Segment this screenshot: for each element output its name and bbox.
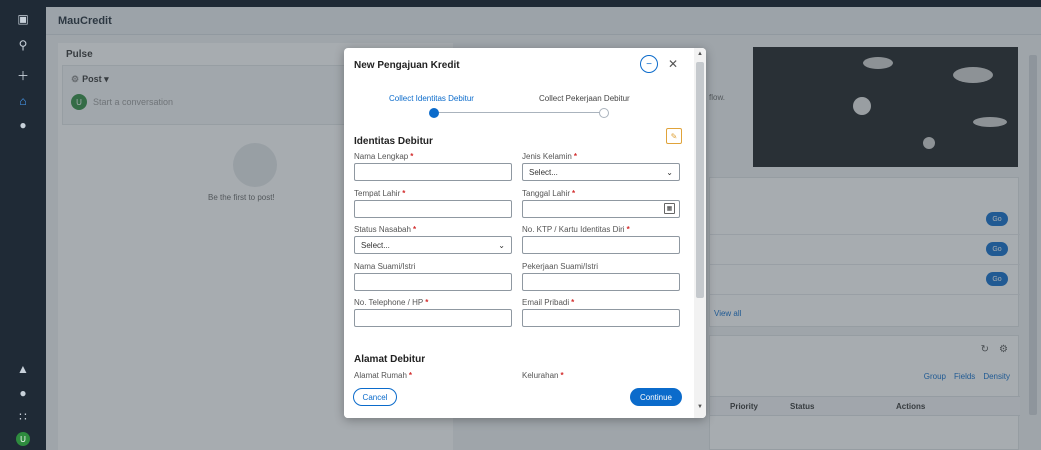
tanggal-lahir-label: Tanggal Lahir * — [522, 189, 576, 198]
nama-suami-input[interactable] — [354, 273, 512, 291]
bell-icon[interactable]: ▲ — [14, 360, 32, 378]
progress-steps: Collect Identitas Debitur Collect Pekerj… — [354, 94, 684, 124]
top-strip — [46, 0, 1041, 7]
nama-lengkap-label: Nama Lengkap * — [354, 152, 414, 161]
cancel-button[interactable]: Cancel — [353, 388, 397, 406]
jenis-kelamin-select[interactable]: Select... ⌄ — [522, 163, 680, 181]
email-pribadi-input[interactable] — [522, 309, 680, 327]
continue-button[interactable]: Continue — [630, 388, 682, 406]
scroll-up-icon[interactable]: ▲ — [696, 51, 704, 57]
tanggal-lahir-input[interactable]: ▦ — [522, 200, 680, 218]
tempat-lahir-label: Tempat Lahir * — [354, 189, 406, 198]
no-ktp-input[interactable] — [522, 236, 680, 254]
no-ktp-label: No. KTP / Kartu Identitas Diri * — [522, 225, 630, 234]
step-2-dot — [599, 108, 609, 118]
jenis-kelamin-value: Select... — [529, 167, 558, 177]
left-rail: ▣ ⚲ ＋ ⌂ ● ▲ ● ∷ U — [0, 0, 46, 450]
apps-grid-icon[interactable]: ∷ — [14, 408, 32, 426]
alamat-rumah-label: Alamat Rumah * — [354, 371, 413, 380]
step-1-label[interactable]: Collect Identitas Debitur — [389, 94, 474, 103]
pekerjaan-suami-label: Pekerjaan Suami/Istri — [522, 262, 599, 271]
scroll-thumb[interactable] — [696, 62, 704, 298]
nama-suami-label: Nama Suami/Istri — [354, 262, 416, 271]
tempat-lahir-input[interactable] — [354, 200, 512, 218]
close-icon[interactable]: ✕ — [664, 55, 682, 73]
step-2-label[interactable]: Collect Pekerjaan Debitur — [539, 94, 630, 103]
section-alamat-title: Alamat Debitur — [354, 354, 426, 365]
status-nasabah-label: Status Nasabah * — [354, 225, 417, 234]
email-pribadi-label: Email Pribadi * — [522, 298, 575, 307]
modal-scrollbar[interactable]: ▲ ▼ — [694, 48, 706, 418]
scroll-down-icon[interactable]: ▼ — [696, 404, 704, 410]
explore-icon[interactable]: ● — [14, 116, 32, 134]
step-1-dot — [429, 108, 439, 118]
home-icon[interactable]: ⌂ — [14, 92, 32, 110]
modal-footer: Cancel Continue — [344, 380, 694, 418]
help-icon[interactable]: ● — [14, 384, 32, 402]
section-identitas-title: Identitas Debitur — [354, 136, 433, 147]
app-launcher-icon[interactable]: ▣ — [14, 10, 32, 28]
calendar-icon[interactable]: ▦ — [664, 203, 675, 214]
kelurahan-label: Kelurahan * — [522, 371, 564, 380]
chevron-down-icon: ⌄ — [666, 167, 673, 177]
no-telephone-input[interactable] — [354, 309, 512, 327]
modal-title: New Pengajuan Kredit — [354, 60, 460, 71]
jenis-kelamin-label: Jenis Kelamin * — [522, 152, 577, 161]
step-connector — [434, 112, 604, 113]
user-avatar-rail[interactable]: U — [14, 430, 32, 448]
plus-icon[interactable]: ＋ — [14, 66, 32, 84]
pekerjaan-suami-input[interactable] — [522, 273, 680, 291]
chevron-down-icon: ⌄ — [498, 240, 505, 250]
edit-icon[interactable]: ✎ — [666, 128, 682, 144]
new-pengajuan-modal: New Pengajuan Kredit − ✕ Collect Identit… — [344, 48, 706, 418]
nama-lengkap-input[interactable] — [354, 163, 512, 181]
search-icon[interactable]: ⚲ — [14, 36, 32, 54]
status-nasabah-select[interactable]: Select... ⌄ — [354, 236, 512, 254]
status-nasabah-value: Select... — [361, 240, 390, 250]
minimize-icon[interactable]: − — [640, 55, 658, 73]
no-telephone-label: No. Telephone / HP * — [354, 298, 429, 307]
